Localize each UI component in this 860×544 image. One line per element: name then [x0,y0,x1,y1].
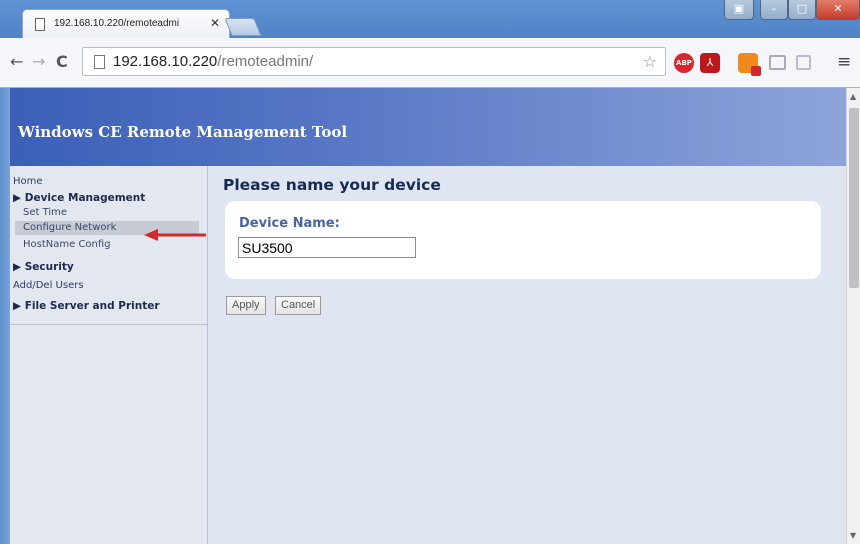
back-icon[interactable]: ← [10,52,23,71]
tab-title: 192.168.10.220/remoteadmi [54,18,180,29]
arrow-icon [144,229,206,241]
apply-button[interactable]: Apply [226,296,266,315]
page-title: Please name your device [223,176,441,194]
new-tab-button[interactable] [224,18,262,36]
address-bar[interactable]: 192.168.10.220/remoteadmin/ ☆ [82,47,666,76]
sidebar-item-set-time[interactable]: Set Time [23,207,67,218]
scroll-up-icon[interactable]: ▲ [850,92,856,101]
window-titlebar: 192.168.10.220/remoteadmi ✕ ▣ – □ ✕ [0,0,860,38]
app-title: Windows CE Remote Management Tool [18,123,348,141]
page-icon [35,18,45,31]
sidebar-item-add-del-users[interactable]: Add/Del Users [13,280,84,291]
pdf-icon[interactable]: ⅄ [700,53,720,73]
main-content: Please name your device Device Name: App… [208,166,846,544]
sidebar: Home ▶ Device Management Set Time Config… [10,166,208,544]
window-frame [0,88,10,544]
device-name-input[interactable] [238,237,416,258]
adblock-icon[interactable]: ABP [674,53,694,73]
sidebar-item-home[interactable]: Home [13,176,43,187]
url-host: 192.168.10.220 [113,53,218,70]
menu-icon[interactable]: ≡ [837,52,851,72]
star-icon[interactable]: ☆ [643,52,657,71]
form-card: Device Name: [225,201,821,279]
close-window-button[interactable]: ✕ [816,0,860,20]
app-banner: Windows CE Remote Management Tool [10,88,846,166]
sidebar-divider [10,324,208,325]
minimize-button[interactable]: – [760,0,788,20]
sidebar-item-hostname-config[interactable]: HostName Config [23,239,111,250]
url-path: /remoteadmin/ [217,53,314,70]
url-text[interactable]: 192.168.10.220/remoteadmin/ [113,53,313,70]
edit-icon[interactable] [796,55,811,70]
remote-icon[interactable]: ▣ [724,0,754,20]
sidebar-item-security[interactable]: ▶ Security [13,261,74,273]
scrollbar-thumb[interactable] [849,108,859,288]
sidebar-item-file-server[interactable]: ▶ File Server and Printer [13,300,160,312]
page-icon [94,55,105,69]
device-name-label: Device Name: [239,216,340,231]
cancel-button[interactable]: Cancel [275,296,322,315]
forward-icon[interactable]: → [32,52,45,71]
browser-tab[interactable]: 192.168.10.220/remoteadmi ✕ [22,9,230,38]
reload-icon[interactable]: C [56,52,68,71]
maximize-button[interactable]: □ [788,0,816,20]
sidebar-item-device-management[interactable]: ▶ Device Management [13,192,145,204]
close-icon[interactable]: ✕ [210,16,220,30]
page-viewport: Windows CE Remote Management Tool Home ▶… [10,88,846,544]
rss-icon[interactable] [738,53,761,76]
vertical-scrollbar[interactable]: ▲ ▼ [846,88,860,544]
scroll-down-icon[interactable]: ▼ [850,531,856,540]
browser-toolbar: ← → C 192.168.10.220/remoteadmin/ ☆ ABP … [0,38,860,88]
cast-icon[interactable] [769,55,786,70]
